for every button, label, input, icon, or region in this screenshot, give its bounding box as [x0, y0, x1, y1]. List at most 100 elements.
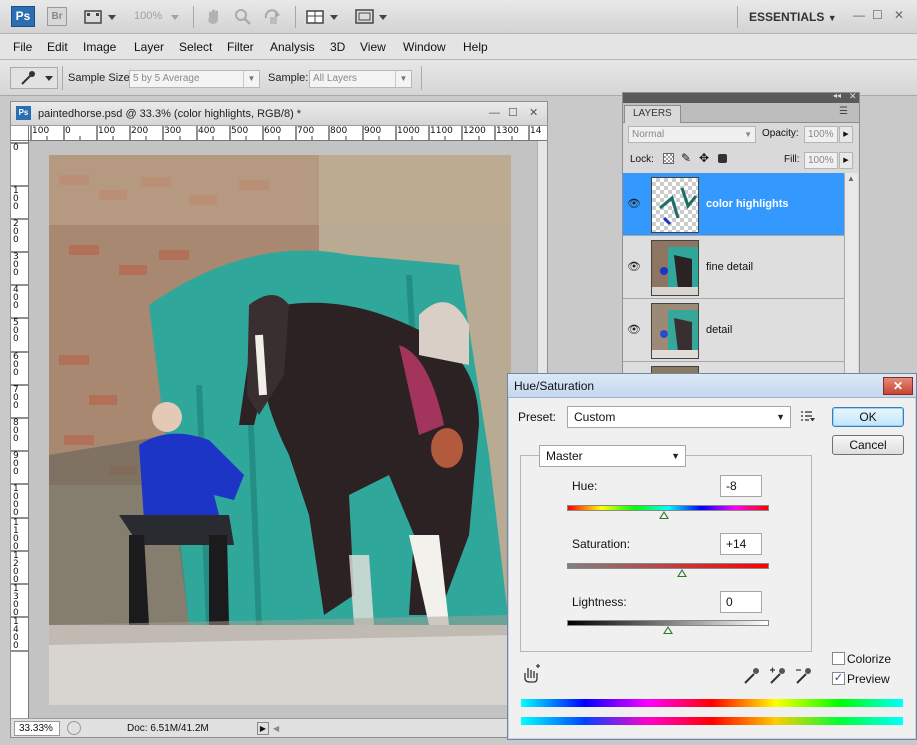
- lightness-input[interactable]: 0: [720, 591, 762, 613]
- blend-mode-select[interactable]: Normal ▼: [628, 126, 756, 143]
- visibility-eye-icon[interactable]: 👁: [627, 323, 643, 336]
- opacity-slider-arrow-icon[interactable]: ▶: [839, 126, 853, 143]
- tab-layers[interactable]: LAYERS: [624, 105, 681, 123]
- ruler-label: 1300: [496, 126, 519, 136]
- subtract-from-sample-eyedropper-icon[interactable]: [794, 666, 812, 686]
- ruler-label: 500: [231, 126, 249, 136]
- status-menu-arrow-icon[interactable]: ▶: [257, 722, 269, 735]
- layer-row[interactable]: 👁 fine detail: [623, 236, 844, 299]
- maximize-button[interactable]: ☐: [872, 8, 883, 22]
- screen-mode-toggle-icon[interactable]: [355, 7, 389, 27]
- colorize-checkbox[interactable]: [832, 652, 845, 665]
- saturation-slider-track[interactable]: [567, 563, 769, 569]
- painted-horse-image: [29, 141, 537, 718]
- document-window: Ps paintedhorse.psd @ 33.3% (color highl…: [10, 101, 548, 738]
- saturation-label: Saturation:: [572, 537, 631, 551]
- menu-3d[interactable]: 3D: [330, 40, 345, 54]
- close-icon[interactable]: ✕: [849, 91, 857, 102]
- preset-select[interactable]: Custom ▼: [567, 406, 791, 428]
- bridge-button[interactable]: Br: [47, 7, 67, 26]
- layer-thumbnail: [651, 240, 699, 296]
- rotate-view-icon[interactable]: [263, 7, 283, 27]
- add-to-sample-eyedropper-icon[interactable]: [768, 666, 786, 686]
- menu-help[interactable]: Help: [463, 40, 488, 54]
- menu-image[interactable]: Image: [83, 40, 116, 54]
- menu-view[interactable]: View: [360, 40, 386, 54]
- targeted-adjustment-icon[interactable]: [522, 664, 542, 684]
- lock-all-icon[interactable]: [718, 154, 727, 163]
- dialog-titlebar[interactable]: Hue/Saturation ✕: [508, 374, 916, 398]
- ruler-label: 400: [198, 126, 216, 136]
- menu-layer[interactable]: Layer: [134, 40, 164, 54]
- screen-mode-icon[interactable]: [84, 7, 118, 27]
- scroll-up-icon[interactable]: ▲: [847, 174, 855, 183]
- hue-input[interactable]: -8: [720, 475, 762, 497]
- zoom-level-field[interactable]: 100%: [134, 10, 162, 22]
- menu-file[interactable]: File: [13, 40, 32, 54]
- chevron-down-icon: ▼: [776, 412, 785, 422]
- separator: [193, 6, 194, 28]
- arrange-documents-icon[interactable]: [306, 7, 340, 27]
- canvas-area[interactable]: [29, 141, 537, 718]
- minimize-button[interactable]: —: [853, 8, 865, 22]
- menu-window[interactable]: Window: [403, 40, 446, 54]
- lock-image-icon[interactable]: ✎: [681, 151, 691, 165]
- preset-options-icon[interactable]: [800, 409, 816, 423]
- visibility-eye-icon[interactable]: 👁: [627, 260, 643, 273]
- close-button[interactable]: ✕: [883, 377, 913, 395]
- maximize-button[interactable]: ☐: [508, 106, 518, 119]
- zoom-icon[interactable]: [234, 7, 252, 27]
- eyedropper-icon[interactable]: [742, 666, 760, 686]
- separator: [737, 6, 738, 28]
- minimize-button[interactable]: —: [489, 107, 500, 119]
- preset-value: Custom: [574, 410, 616, 424]
- close-button[interactable]: ✕: [894, 8, 904, 22]
- collapse-icon[interactable]: ◂◂: [833, 91, 841, 100]
- saturation-slider-thumb[interactable]: [677, 569, 688, 577]
- menu-edit[interactable]: Edit: [47, 40, 68, 54]
- menu-analysis[interactable]: Analysis: [270, 40, 315, 54]
- ruler-origin[interactable]: [11, 126, 29, 141]
- document-icon: Ps: [16, 106, 31, 120]
- horizontal-ruler[interactable]: 100 0 100 200 300 400 500 600 700 800 90…: [29, 126, 547, 141]
- ruler-label: 600: [264, 126, 282, 136]
- lightness-slider-thumb[interactable]: [663, 626, 673, 634]
- vertical-ruler[interactable]: 0 1 0 0 2 0 0 3 0 0 4 0 0 5 0 0 6 0 0 7 …: [11, 141, 29, 718]
- ruler-label: 1 0 0 0: [13, 484, 19, 518]
- opacity-field[interactable]: 100%: [804, 126, 838, 143]
- colorize-label: Colorize: [847, 652, 892, 666]
- panel-menu-icon[interactable]: ☰: [839, 106, 848, 117]
- hue-slider-thumb[interactable]: [658, 511, 669, 519]
- workspace-switcher[interactable]: ESSENTIALS ▼: [749, 10, 837, 24]
- layer-name: color highlights: [706, 198, 789, 210]
- close-button[interactable]: ✕: [529, 106, 538, 119]
- cancel-button[interactable]: Cancel: [832, 435, 904, 455]
- channel-select[interactable]: Master ▼: [539, 445, 686, 467]
- lock-position-icon[interactable]: ✥: [699, 151, 709, 165]
- scroll-left-icon[interactable]: ◀: [273, 722, 283, 735]
- zoom-field[interactable]: 33.33%: [14, 721, 60, 736]
- saturation-input[interactable]: +14: [720, 533, 762, 555]
- sample-size-label: Sample Size:: [68, 72, 133, 84]
- fill-field[interactable]: 100%: [804, 152, 838, 169]
- tool-preset-picker[interactable]: [10, 67, 58, 89]
- sample-size-select[interactable]: 5 by 5 Average ▼: [129, 70, 260, 88]
- status-info-icon[interactable]: [67, 721, 81, 735]
- eyedropper-icon: [21, 71, 53, 85]
- visibility-eye-icon[interactable]: 👁: [627, 197, 643, 210]
- input-color-bar: [521, 699, 903, 707]
- layers-scrollbar[interactable]: ▲: [844, 173, 858, 393]
- preview-checkbox[interactable]: ✓: [832, 672, 845, 685]
- menu-select[interactable]: Select: [179, 40, 212, 54]
- ok-button[interactable]: OK: [832, 407, 904, 427]
- layer-row[interactable]: 👁 color highlights: [623, 173, 844, 236]
- menu-filter[interactable]: Filter: [227, 40, 254, 54]
- hand-icon[interactable]: [205, 7, 223, 27]
- fill-slider-arrow-icon[interactable]: ▶: [839, 152, 853, 169]
- lock-transparency-icon[interactable]: [663, 153, 674, 164]
- ruler-label: 1 2 0 0: [13, 551, 19, 585]
- layer-row[interactable]: 👁 detail: [623, 299, 844, 362]
- sample-select[interactable]: All Layers ▼: [309, 70, 412, 88]
- document-titlebar[interactable]: Ps paintedhorse.psd @ 33.3% (color highl…: [11, 102, 547, 126]
- options-bar: Sample Size: 5 by 5 Average ▼ Sample: Al…: [0, 60, 917, 96]
